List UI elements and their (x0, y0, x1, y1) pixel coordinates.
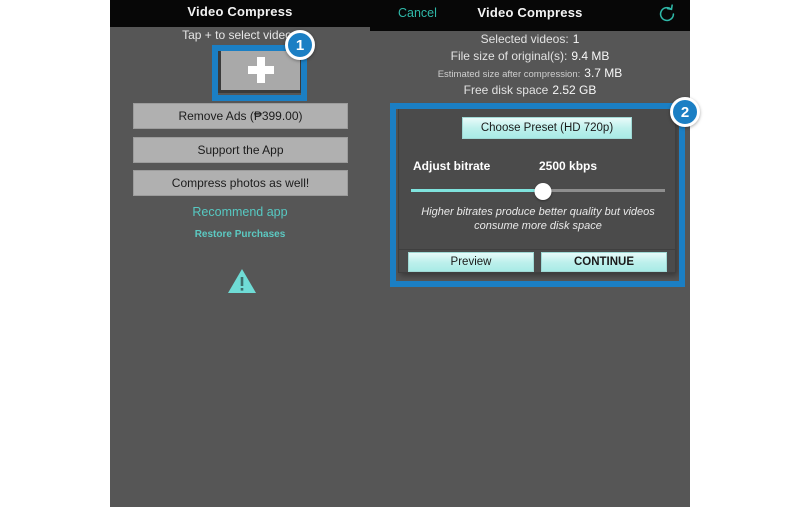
info-row: File size of original(s): 9.4 MB (375, 49, 685, 63)
info-value: 9.4 MB (571, 49, 610, 63)
tap-hint-text: Tap + to select videos (182, 28, 298, 42)
info-value: 3.7 MB (584, 66, 623, 80)
annotation-badge-1: 1 (285, 30, 315, 60)
info-row: Estimated size after compression: 3.7 MB (375, 66, 685, 80)
refresh-icon[interactable] (656, 3, 678, 25)
video-info-block: Selected videos: 1 File size of original(… (375, 32, 685, 100)
warning-triangle-icon (227, 268, 257, 294)
screenshot-stage: Video Compress Cancel Video Compress Tap… (0, 0, 800, 507)
left-app-header: Video Compress (110, 0, 370, 27)
info-label: Selected videos: (480, 32, 569, 46)
recommend-app-link[interactable]: Recommend app (110, 205, 370, 219)
info-value: 2.52 GB (552, 83, 597, 97)
support-app-button[interactable]: Support the App (133, 137, 348, 163)
info-label: Estimated size after compression: (437, 69, 581, 80)
info-row: Selected videos: 1 (375, 32, 685, 46)
annotation-badge-2: 2 (670, 97, 700, 127)
remove-ads-button[interactable]: Remove Ads (₱399.00) (133, 103, 348, 129)
compress-photos-button[interactable]: Compress photos as well! (133, 170, 348, 196)
modal-title: Video Compress (477, 5, 583, 20)
restore-purchases-link[interactable]: Restore Purchases (110, 229, 370, 240)
info-label: File size of original(s): (450, 49, 568, 63)
left-app-title: Video Compress (187, 4, 293, 19)
modal-header: Cancel Video Compress (370, 0, 690, 31)
info-label: Free disk space (463, 83, 549, 97)
annotation-box-2 (390, 103, 685, 287)
info-value: 1 (572, 32, 580, 46)
info-row: Free disk space 2.52 GB (375, 83, 685, 97)
